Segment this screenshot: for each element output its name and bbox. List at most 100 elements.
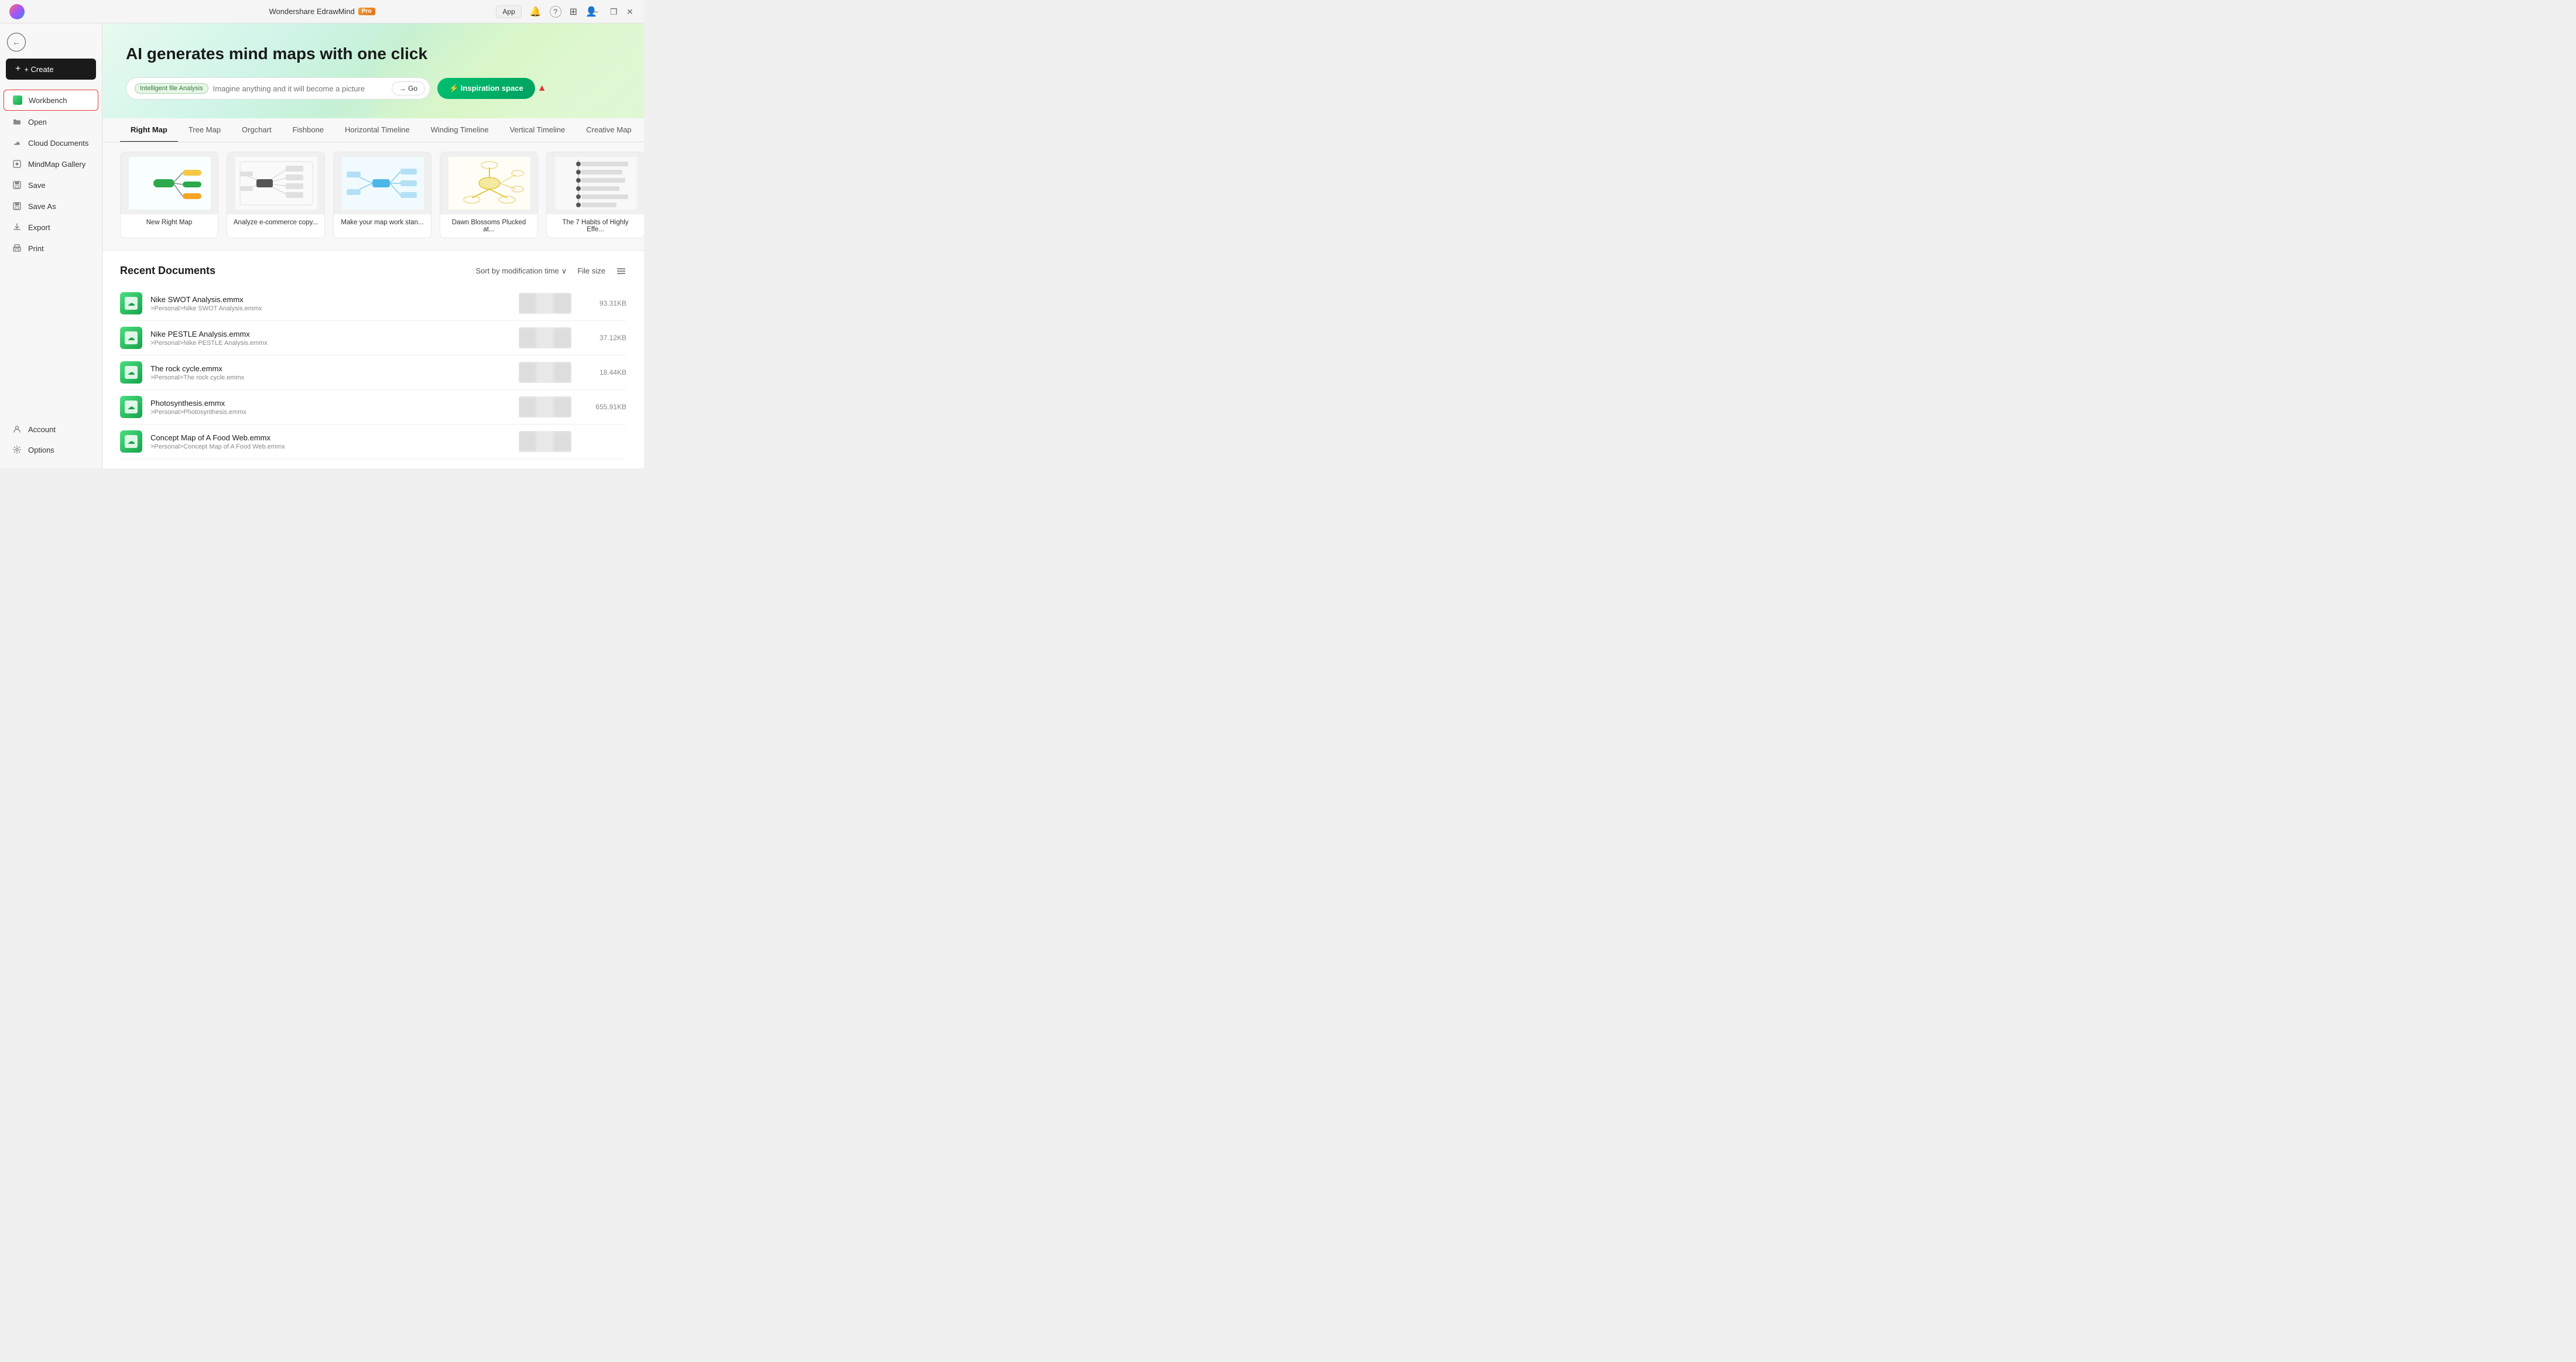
sidebar-item-save[interactable]: Save	[4, 175, 98, 195]
sidebar-save-label: Save	[28, 181, 46, 190]
sort-chevron-icon: ∨	[561, 266, 567, 276]
sidebar-item-export[interactable]: Export	[4, 217, 98, 237]
sidebar-item-workbench[interactable]: Workbench	[4, 90, 98, 111]
recent-sort-row: Sort by modification time ∨ File size	[475, 266, 626, 276]
doc-info-1: Nike PESTLE Analysis.emmx >Personal>Nike…	[150, 330, 511, 347]
notification-icon[interactable]: 🔔	[530, 6, 542, 18]
pro-badge: Pro	[358, 8, 375, 15]
sidebar-item-open[interactable]: Open	[4, 112, 98, 132]
doc-info-2: The rock cycle.emmx >Personal>The rock c…	[150, 364, 511, 381]
doc-name-2: The rock cycle.emmx	[150, 364, 511, 373]
template-label-ecommerce: Analyze e-commerce copy...	[227, 214, 324, 231]
doc-size-1: 37.12KB	[580, 334, 626, 342]
template-card-7habits[interactable]: The 7 Habits of Highly Effe...	[546, 152, 644, 238]
sidebar-account-label: Account	[28, 425, 56, 434]
sidebar-item-saveas[interactable]: Save As	[4, 196, 98, 216]
hero-title: AI generates mind maps with one click	[126, 45, 621, 63]
help-icon[interactable]: ?	[550, 6, 561, 18]
titlebar: Wondershare EdrawMind Pro App 🔔 ? ⊞ 👤 − …	[0, 0, 644, 23]
template-card-workstand[interactable]: Make your map work stan...	[333, 152, 431, 238]
doc-info-3: Photosynthesis.emmx >Personal>Photosynth…	[150, 399, 511, 416]
list-item[interactable]: ☁ Nike SWOT Analysis.emmx >Personal>Nike…	[120, 286, 626, 321]
list-item[interactable]: ☁ Photosynthesis.emmx >Personal>Photosyn…	[120, 390, 626, 425]
template-card-dawn[interactable]: Dawn Blossoms Plucked at...	[440, 152, 538, 238]
doc-name-4: Concept Map of A Food Web.emmx	[150, 433, 511, 442]
back-button[interactable]: ←	[7, 33, 26, 52]
tab-right-map[interactable]: Right Map	[120, 118, 178, 142]
create-button[interactable]: + + Create	[6, 59, 96, 80]
doc-preview-4	[519, 431, 571, 452]
tab-tree-map[interactable]: Tree Map	[178, 118, 231, 142]
avatar[interactable]	[9, 4, 25, 19]
doc-name-0: Nike SWOT Analysis.emmx	[150, 295, 511, 304]
sidebar: ← + + Create Workbench Open Cloud Docume…	[0, 23, 102, 468]
tab-orgchart[interactable]: Orgchart	[231, 118, 282, 142]
doc-preview-1	[519, 327, 571, 348]
minimize-button[interactable]: −	[594, 8, 602, 16]
sidebar-options-label: Options	[28, 446, 54, 454]
sidebar-item-gallery[interactable]: MindMap Gallery	[4, 154, 98, 174]
sidebar-gallery-label: MindMap Gallery	[28, 160, 85, 169]
list-view-icon[interactable]	[616, 266, 626, 276]
doc-list: ☁ Nike SWOT Analysis.emmx >Personal>Nike…	[120, 286, 626, 459]
tab-h-timeline[interactable]: Horizontal Timeline	[334, 118, 420, 142]
sidebar-item-account[interactable]: Account	[4, 419, 98, 439]
sidebar-item-print[interactable]: Print	[4, 238, 98, 258]
cloud-doc-icon: ☁	[128, 402, 135, 412]
doc-path-4: >Personal>Concept Map of A Food Web.emmx	[150, 443, 511, 450]
tab-w-timeline[interactable]: Winding Timeline	[420, 118, 499, 142]
view-toggle	[616, 266, 626, 276]
sidebar-open-label: Open	[28, 118, 47, 126]
template-card-new-right[interactable]: New Right Map	[120, 152, 218, 238]
hero-search-row: Intelligent file Analysis → Go ⚡ Inspira…	[126, 77, 621, 100]
sidebar-item-options[interactable]: Options	[4, 440, 98, 460]
list-item[interactable]: ☁ The rock cycle.emmx >Personal>The rock…	[120, 355, 626, 390]
template-label-7habits: The 7 Habits of Highly Effe...	[547, 214, 644, 238]
sidebar-workbench-label: Workbench	[29, 96, 67, 105]
template-preview-dawn	[440, 152, 538, 214]
gallery-icon	[12, 159, 22, 169]
template-label-new-right: New Right Map	[121, 214, 218, 231]
search-tag: Intelligent file Analysis	[135, 83, 208, 94]
tab-creative[interactable]: Creative Map	[576, 118, 642, 142]
app-button[interactable]: App	[496, 5, 521, 18]
list-item[interactable]: ☁ Nike PESTLE Analysis.emmx >Personal>Ni…	[120, 321, 626, 355]
recent-header: Recent Documents Sort by modification ti…	[120, 265, 626, 277]
sidebar-export-label: Export	[28, 223, 50, 232]
tab-fishbone[interactable]: Fishbone	[282, 118, 334, 142]
list-item[interactable]: ☁ Concept Map of A Food Web.emmx >Person…	[120, 425, 626, 459]
grid-icon[interactable]: ⊞	[570, 6, 577, 18]
app-title: Wondershare EdrawMind Pro	[269, 7, 375, 16]
doc-path-1: >Personal>Nike PESTLE Analysis.emmx	[150, 340, 511, 347]
template-label-dawn: Dawn Blossoms Plucked at...	[440, 214, 537, 238]
doc-path-2: >Personal>The rock cycle.emmx	[150, 374, 511, 381]
sidebar-item-cloud[interactable]: Cloud Documents	[4, 133, 98, 153]
cloud-doc-icon: ☁	[128, 368, 135, 377]
app-name-text: Wondershare EdrawMind	[269, 7, 354, 16]
file-size-label: File size	[577, 266, 605, 275]
print-icon	[12, 243, 22, 254]
doc-preview-3	[519, 396, 571, 418]
save-icon	[12, 180, 22, 190]
export-icon	[12, 222, 22, 232]
inspiration-button[interactable]: ⚡ Inspiration space	[437, 78, 535, 99]
search-input[interactable]	[213, 84, 387, 93]
template-card-ecommerce[interactable]: Analyze e-commerce copy...	[227, 152, 325, 238]
folder-icon	[12, 117, 22, 127]
doc-name-3: Photosynthesis.emmx	[150, 399, 511, 408]
close-button[interactable]: ✕	[626, 8, 635, 16]
maximize-button[interactable]: ❐	[610, 8, 618, 16]
doc-preview-2	[519, 362, 571, 383]
tab-v-timeline[interactable]: Vertical Timeline	[499, 118, 576, 142]
search-bar[interactable]: Intelligent file Analysis → Go	[126, 77, 430, 100]
doc-icon-1: ☁	[120, 327, 142, 349]
template-preview-new-right	[121, 152, 218, 214]
sidebar-saveas-label: Save As	[28, 202, 56, 211]
doc-name-1: Nike PESTLE Analysis.emmx	[150, 330, 511, 338]
cloud-doc-icon: ☁	[128, 437, 135, 446]
go-button[interactable]: → Go	[392, 81, 425, 95]
doc-size-2: 18.44KB	[580, 368, 626, 377]
doc-icon-0: ☁	[120, 292, 142, 314]
sort-button[interactable]: Sort by modification time ∨	[475, 266, 567, 276]
sidebar-cloud-label: Cloud Documents	[28, 139, 88, 148]
